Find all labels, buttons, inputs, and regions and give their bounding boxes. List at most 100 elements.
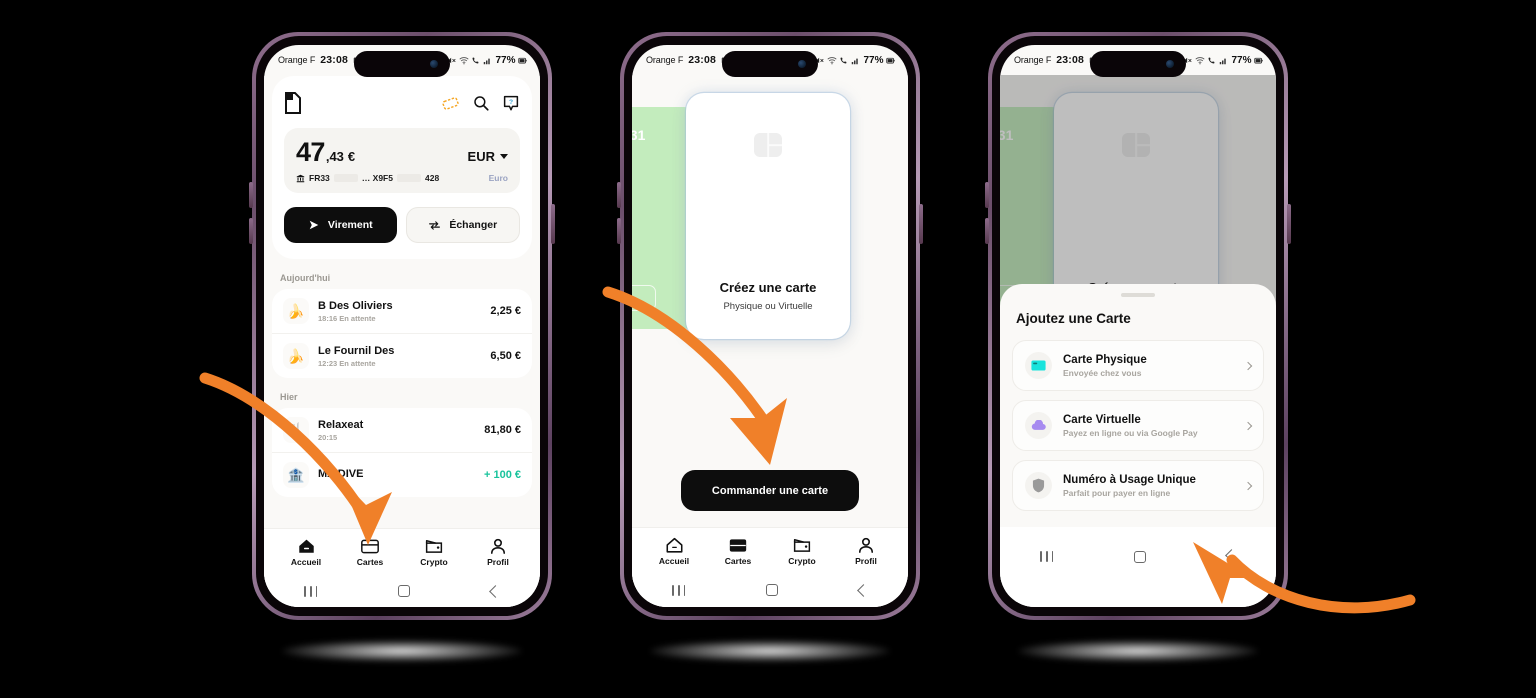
sheet-drag-handle[interactable] <box>1121 293 1155 297</box>
iban-row[interactable]: FR33 … X9F5 428 <box>296 173 439 183</box>
carrier-label: Orange F <box>646 55 684 65</box>
phone3-bezel: Orange F 23:08 77% 31 Ajoutez une Carte … <box>992 36 1284 616</box>
transaction-name: Relaxeat <box>318 418 364 431</box>
transaction-amount: + 100 € <box>483 469 521 481</box>
exchange-button[interactable]: Échanger <box>405 207 520 243</box>
phone-2: Orange F 23:08 77% 31 Créez une carte Ph… <box>617 32 923 620</box>
phone3-power-button[interactable] <box>1287 204 1291 244</box>
recents-button[interactable] <box>1040 551 1054 562</box>
carrier-label: Orange F <box>1014 55 1052 65</box>
phone3-screen: Orange F 23:08 77% 31 Ajoutez une Carte … <box>1000 45 1276 607</box>
option-subtitle: Parfait pour payer en ligne <box>1063 487 1171 498</box>
phone-3: Orange F 23:08 77% 31 Ajoutez une Carte … <box>985 32 1291 620</box>
phone3-cards-screen: 531 Créez une carte Physique ou Virtuell… <box>1000 75 1276 607</box>
battery-percent: 77% <box>1231 54 1252 66</box>
tab-label: Cartes <box>356 556 384 567</box>
screenshot-stage: Orange F 23:08 77% ? 47 ,43 € EUR FR33 …… <box>0 0 1536 698</box>
home-button[interactable] <box>765 584 778 596</box>
clock-label: 23:08 <box>320 54 349 66</box>
phone2-power-button[interactable] <box>919 204 923 244</box>
phone2-shadow <box>650 640 890 662</box>
chip-icon <box>632 285 656 311</box>
clock-label: 23:08 <box>688 54 717 66</box>
option-subtitle: Payez en ligne ou via Google Pay <box>1063 427 1198 438</box>
phone2-volume-down[interactable] <box>617 218 621 244</box>
search-icon[interactable] <box>472 94 490 112</box>
create-card-tile[interactable]: Créez une carte Physique ou Virtuelle <box>686 93 850 339</box>
phone3-volume-down[interactable] <box>985 218 989 244</box>
person-icon <box>858 537 874 553</box>
battery-icon <box>886 57 895 63</box>
signal-icon <box>483 58 490 64</box>
battery-icon <box>1254 57 1263 63</box>
iban-hidden-2 <box>396 174 421 182</box>
transaction-row[interactable]: 🍌 Le Fournil Des 12:23 En attente 6,50 € <box>272 333 532 378</box>
recents-button[interactable] <box>672 584 686 596</box>
tab-accueil[interactable]: Accueil <box>642 537 706 566</box>
recents-button[interactable] <box>304 585 318 597</box>
app-logo-icon[interactable] <box>284 92 302 114</box>
option-numero-usage-unique[interactable]: Numéro à Usage Unique Parfait pour payer… <box>1012 460 1264 511</box>
transaction-row[interactable]: 🏦 MA DIVE + 100 € <box>272 452 532 497</box>
wifi-icon <box>1195 56 1205 64</box>
iban-suffix: 428 <box>424 173 440 183</box>
carrier-label: Orange F <box>278 55 316 65</box>
back-button[interactable] <box>1224 549 1238 562</box>
tab-bar: Accueil Cartes Crypto Profil <box>632 527 908 573</box>
section-label-yesterday: Hier <box>280 392 298 402</box>
currency-selector[interactable]: EUR <box>468 149 508 166</box>
signal-icon <box>1219 58 1226 64</box>
transaction-name: Le Fournil Des <box>318 344 395 357</box>
tab-cartes[interactable]: Cartes <box>338 539 402 567</box>
phone1-home-content: ? 47 ,43 € EUR FR33 … X9F5 428 Euro Vire… <box>264 76 540 607</box>
tab-profil[interactable]: Profil <box>834 537 898 566</box>
header-icons: ? <box>441 94 520 113</box>
phone1-power-button[interactable] <box>551 204 555 244</box>
tab-crypto[interactable]: Crypto <box>402 538 466 567</box>
exchange-icon <box>429 220 441 230</box>
phone1-volume-up[interactable] <box>249 182 253 208</box>
dynamic-island <box>354 51 450 77</box>
transfer-button[interactable]: Virement <box>284 207 397 243</box>
transaction-amount: 6,50 € <box>490 350 521 362</box>
phone2-bezel: Orange F 23:08 77% 31 Créez une carte Ph… <box>624 36 916 616</box>
phone3-shadow <box>1018 640 1258 662</box>
tab-cartes[interactable]: Cartes <box>706 538 770 566</box>
transaction-group-today: 🍌 B Des Oliviers 18:16 En attente 2,25 €… <box>272 289 532 378</box>
tab-crypto[interactable]: Crypto <box>770 537 834 566</box>
home-icon <box>666 537 682 553</box>
phone1-volume-down[interactable] <box>249 218 253 244</box>
tab-profil[interactable]: Profil <box>466 538 530 567</box>
phone3-volume-up[interactable] <box>985 182 989 208</box>
create-card-title: Créez une carte <box>719 280 817 295</box>
transaction-row[interactable]: 🍴 Relaxeat 20:15 81,80 € <box>272 408 532 452</box>
home-button[interactable] <box>397 585 410 597</box>
physical-card-icon <box>1025 352 1052 379</box>
offers-icon[interactable] <box>441 94 460 113</box>
home-button[interactable] <box>1133 551 1146 563</box>
transaction-amount: 2,25 € <box>490 305 521 317</box>
option-carte-physique[interactable]: Carte Physique Envoyée chez vous <box>1012 340 1264 391</box>
back-button[interactable] <box>856 583 870 597</box>
tab-accueil[interactable]: Accueil <box>274 538 338 567</box>
home-icon <box>298 539 314 553</box>
phone-1: Orange F 23:08 77% ? 47 ,43 € EUR FR33 …… <box>249 32 555 620</box>
dynamic-island <box>1090 51 1186 77</box>
chevron-down-icon <box>500 154 508 159</box>
back-button[interactable] <box>488 584 502 598</box>
support-icon[interactable]: ? <box>502 94 520 112</box>
merchant-icon: 🍌 <box>283 298 309 324</box>
chevron-right-icon <box>1243 481 1253 490</box>
option-carte-virtuelle[interactable]: Carte Virtuelle Payez en ligne ou via Go… <box>1012 400 1264 451</box>
order-card-button[interactable]: Commander une carte <box>681 470 859 511</box>
card-icon <box>729 538 747 552</box>
android-nav-bar <box>1000 527 1276 607</box>
wifi-icon <box>459 56 469 64</box>
wifi-icon <box>827 56 837 64</box>
phone2-volume-up[interactable] <box>617 182 621 208</box>
transaction-group-yesterday: 🍴 Relaxeat 20:15 81,80 € 🏦 MA DIVE + 100… <box>272 408 532 497</box>
exchange-label: Échanger <box>449 219 498 231</box>
merchant-icon: 🍌 <box>283 343 309 369</box>
clock-label: 23:08 <box>1056 54 1085 66</box>
merchant-icon: 🍴 <box>283 417 309 443</box>
